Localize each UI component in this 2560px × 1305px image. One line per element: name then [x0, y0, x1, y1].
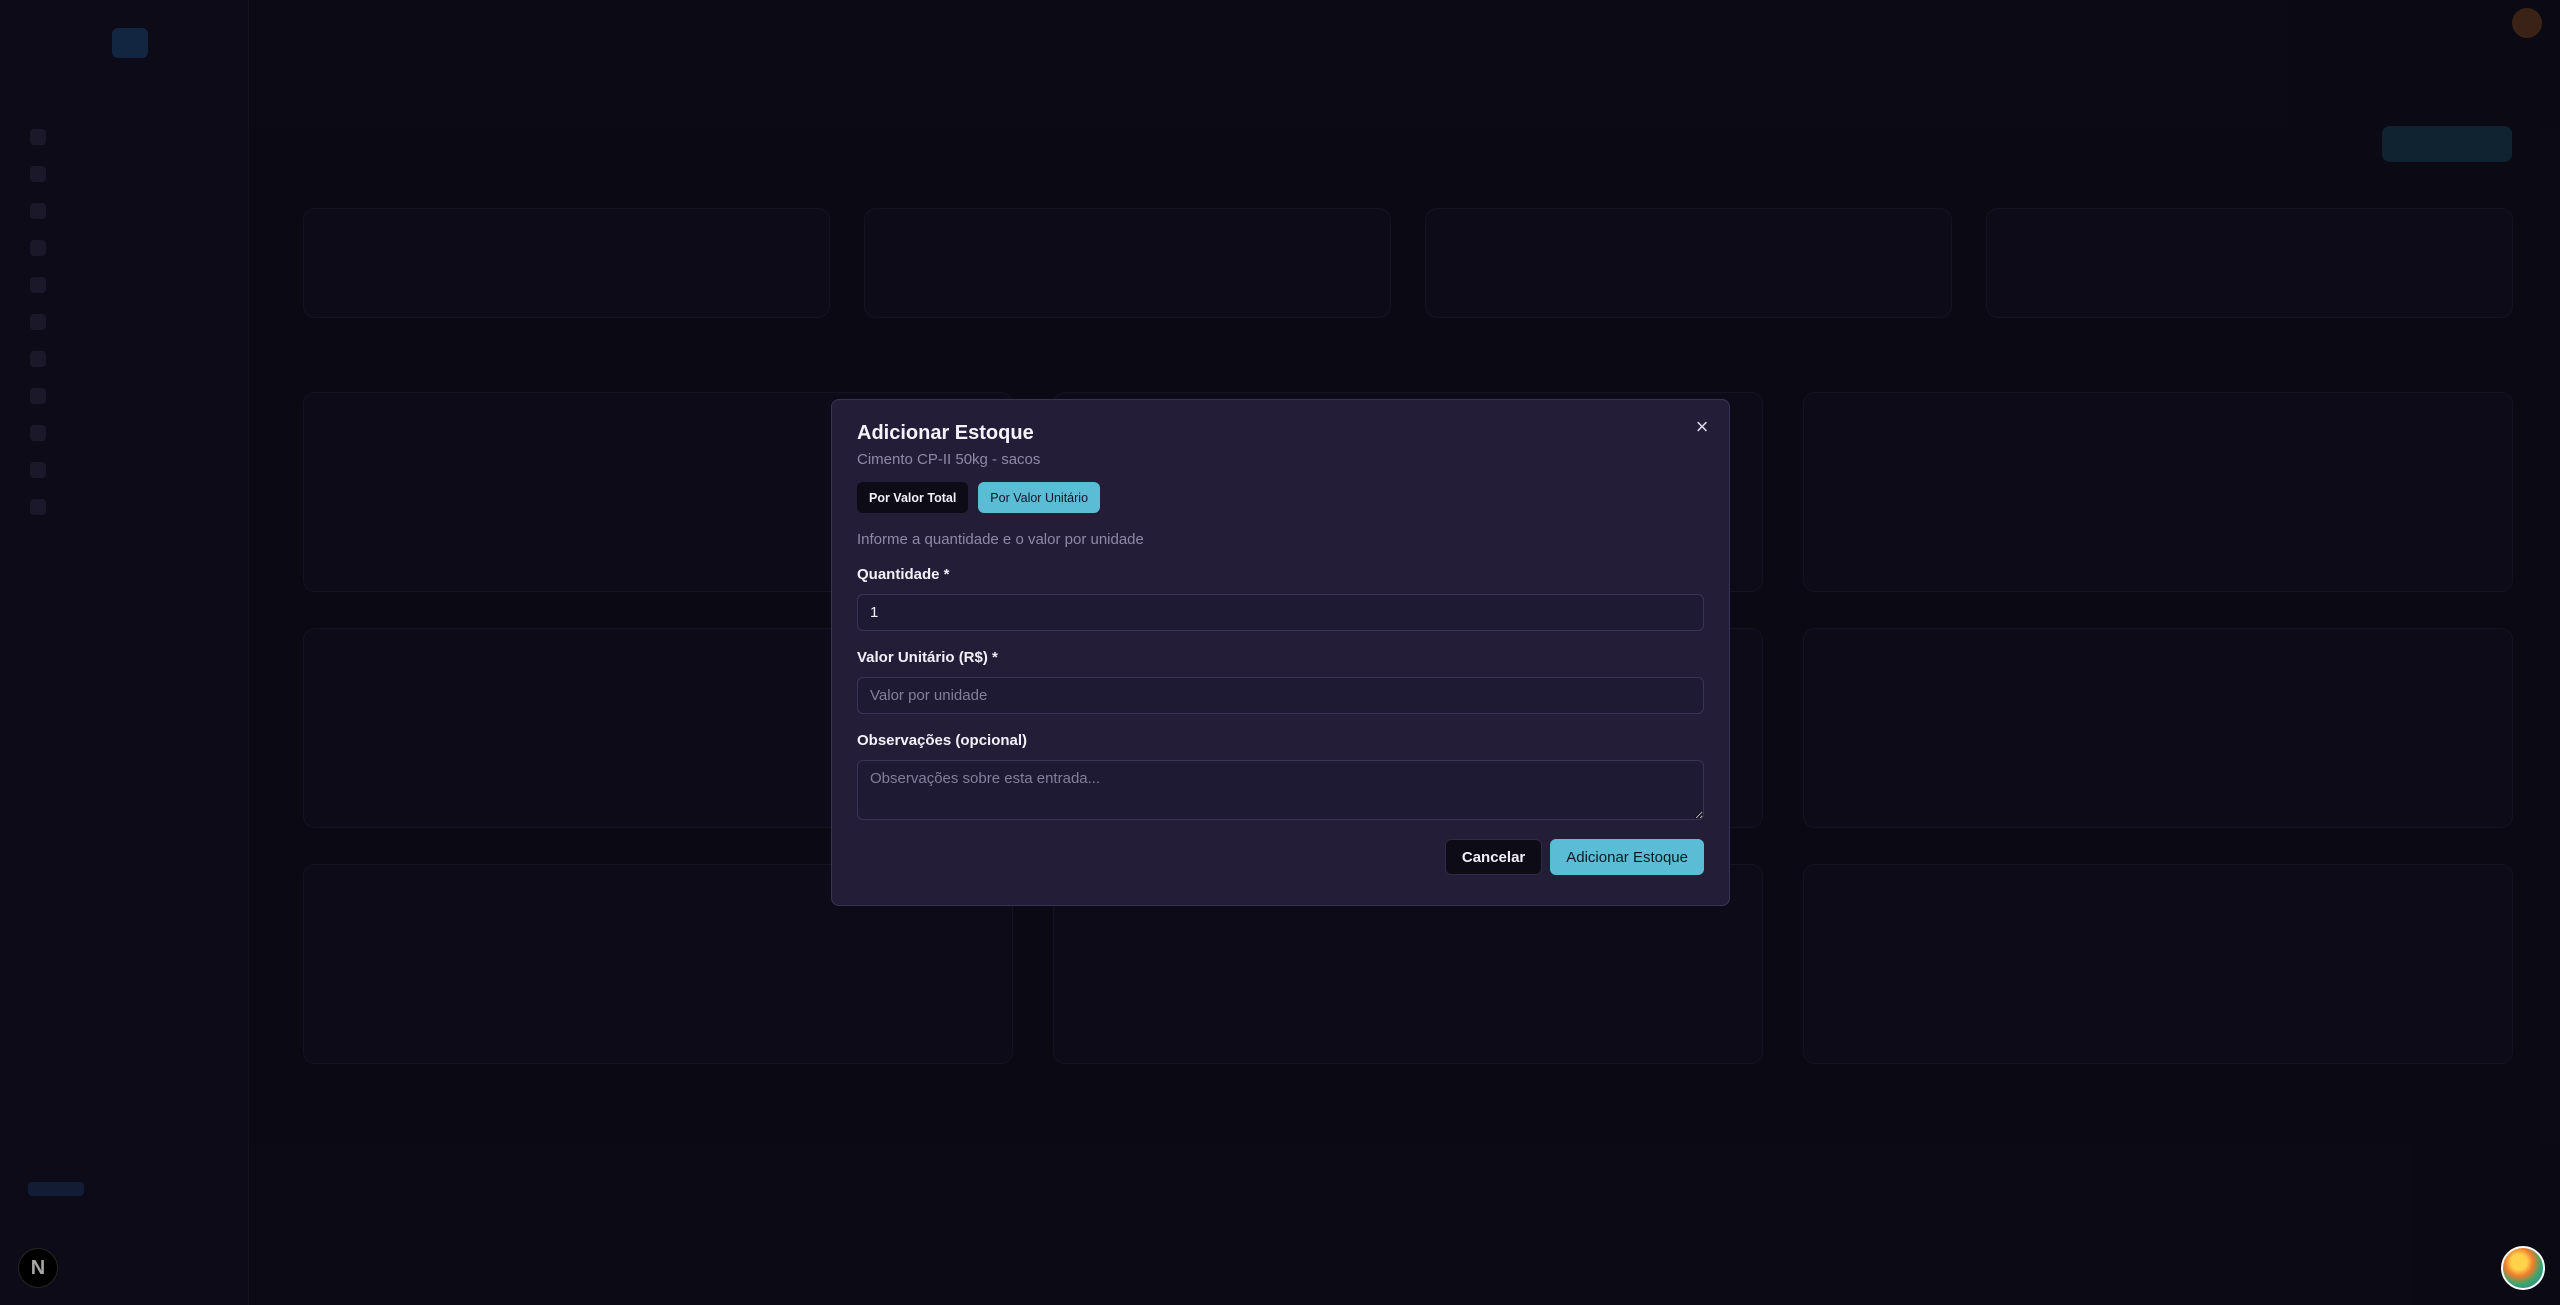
notes-label: Observações (opcional)	[857, 732, 1028, 749]
unit-value-input[interactable]	[857, 677, 1704, 714]
add-stock-dialog: × Adicionar Estoque Cimento CP-II 50kg -…	[831, 399, 1730, 906]
dialog-subtitle: Cimento CP-II 50kg - sacos	[857, 451, 1041, 468]
dialog-title: Adicionar Estoque	[857, 422, 1034, 444]
value-mode-toggle: Por Valor Total Por Valor Unitário	[857, 482, 1704, 513]
mode-total-value-button[interactable]: Por Valor Total	[857, 482, 969, 513]
close-icon[interactable]: ×	[1691, 416, 1713, 438]
mode-unit-value-button[interactable]: Por Valor Unitário	[978, 482, 1101, 513]
mode-hint: Informe a quantidade e o valor por unida…	[857, 531, 1144, 548]
cancel-button[interactable]: Cancelar	[1444, 839, 1543, 875]
notes-textarea[interactable]	[857, 760, 1704, 820]
quantity-label: Quantidade *	[857, 566, 950, 583]
unit-value-label: Valor Unitário (R$) *	[857, 649, 998, 666]
quantity-input[interactable]	[857, 594, 1704, 631]
add-stock-submit-button[interactable]: Adicionar Estoque	[1550, 839, 1704, 875]
assistant-avatar-icon[interactable]	[2501, 1246, 2545, 1290]
dialog-actions: Cancelar Adicionar Estoque	[857, 839, 1704, 875]
